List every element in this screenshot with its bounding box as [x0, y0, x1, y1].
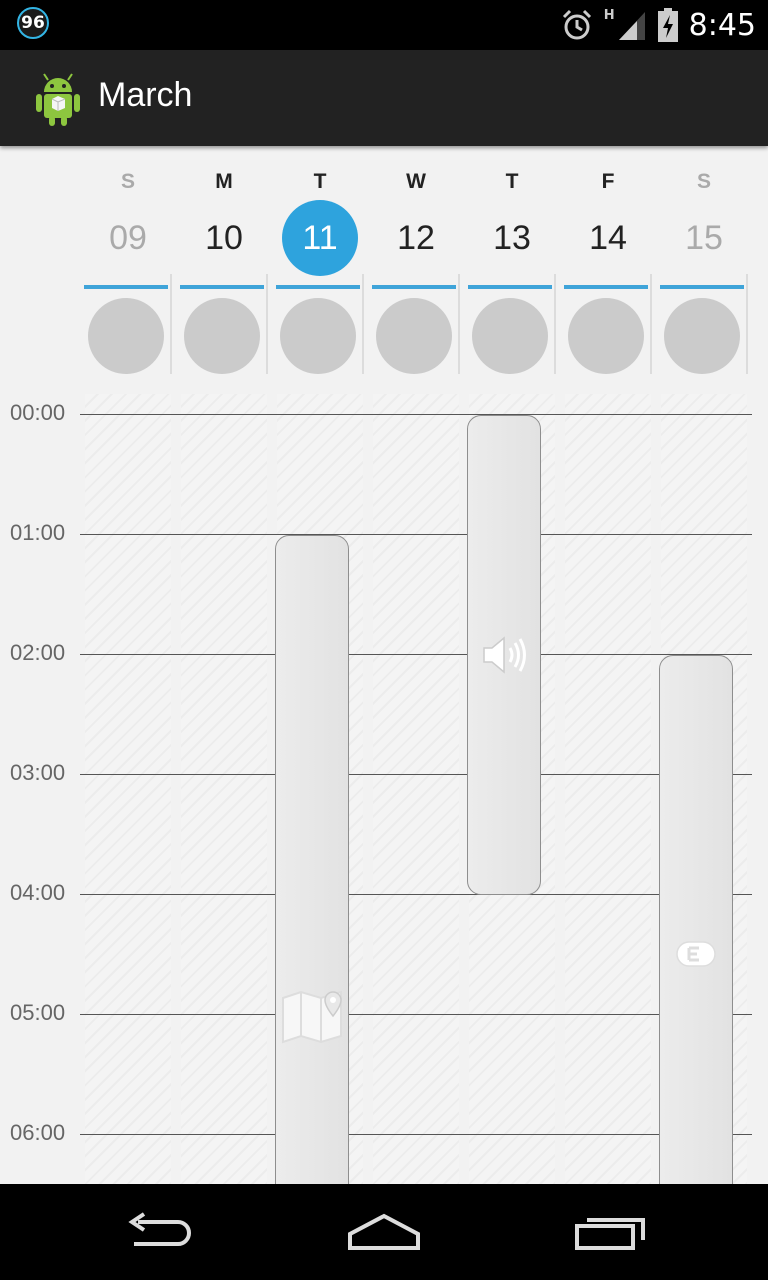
alarm-icon — [562, 9, 591, 40]
android-app-icon[interactable] — [28, 68, 88, 128]
battery-charging-icon — [657, 8, 678, 42]
plug-icon — [675, 938, 717, 974]
day-number[interactable]: 15 — [666, 200, 742, 276]
hour-label: 04:00 — [10, 880, 66, 905]
day-column[interactable]: F 14 — [560, 146, 656, 386]
clock: 8:45 — [688, 7, 756, 43]
day-divider — [746, 274, 748, 374]
back-button[interactable] — [104, 1202, 214, 1262]
status-bar: 96 H 8:45 — [0, 0, 768, 50]
day-letter: S — [696, 170, 711, 193]
back-icon — [128, 1212, 191, 1246]
day-avatar[interactable] — [472, 298, 548, 374]
day-underline — [564, 285, 648, 289]
day-column[interactable]: W 12 — [368, 146, 464, 386]
day-letter: W — [406, 170, 426, 193]
day-letter: F — [601, 170, 615, 193]
hour-label: 01:00 — [10, 520, 66, 545]
day-avatar[interactable] — [280, 298, 356, 374]
signal-icon — [618, 12, 645, 40]
page-title: March — [98, 76, 193, 114]
map-icon — [281, 986, 343, 1050]
day-column[interactable]: S 15 — [656, 146, 752, 386]
day-avatar[interactable] — [376, 298, 452, 374]
hour-line — [80, 1014, 752, 1015]
event-block[interactable] — [467, 415, 541, 895]
hour-line — [80, 534, 752, 535]
home-icon — [348, 1213, 420, 1250]
day-divider — [554, 274, 556, 374]
action-bar: March — [0, 50, 768, 146]
hour-label: 06:00 — [10, 1120, 66, 1145]
day-divider — [170, 274, 172, 374]
day-underline — [660, 285, 744, 289]
day-avatar[interactable] — [88, 298, 164, 374]
day-letter: T — [313, 170, 327, 193]
day-underline — [276, 285, 360, 289]
day-letter: T — [505, 170, 519, 193]
day-divider — [458, 274, 460, 374]
day-column[interactable]: S 09 — [80, 146, 176, 386]
day-underline — [180, 285, 264, 289]
week-header: S 09 M 10 T 11 W 12 T 13 F 14 S 15 — [0, 146, 768, 386]
hour-line — [80, 894, 752, 895]
day-divider — [362, 274, 364, 374]
day-number[interactable]: 13 — [474, 200, 550, 276]
day-column[interactable]: M 10 — [176, 146, 272, 386]
hour-line — [80, 1134, 752, 1135]
home-button[interactable] — [329, 1202, 439, 1262]
notification-badge[interactable]: 96 — [17, 7, 49, 39]
status-icons: H 8:45 — [560, 0, 756, 50]
event-block[interactable] — [275, 535, 349, 1224]
day-number[interactable]: 10 — [186, 200, 262, 276]
recents-icon — [575, 1218, 645, 1250]
hour-label: 05:00 — [10, 1000, 66, 1025]
day-letter: S — [120, 170, 135, 193]
day-underline — [468, 285, 552, 289]
day-avatar[interactable] — [184, 298, 260, 374]
day-grid-column[interactable] — [565, 394, 651, 1184]
event-block[interactable] — [659, 655, 733, 1224]
day-divider — [650, 274, 652, 374]
hour-line — [80, 774, 752, 775]
day-underline — [372, 285, 456, 289]
hour-label: 00:00 — [10, 400, 66, 425]
day-grid-column[interactable] — [85, 394, 171, 1184]
hour-label: 02:00 — [10, 640, 66, 665]
schedule-grid: 00:00 01:00 02:00 03:00 04:00 05:00 06:00 — [0, 386, 768, 1224]
day-letter: M — [215, 170, 233, 193]
day-grid-column[interactable] — [373, 394, 459, 1184]
network-type-label: H — [603, 7, 615, 23]
hour-line — [80, 414, 752, 415]
day-divider — [266, 274, 268, 374]
navigation-bar — [0, 1184, 768, 1280]
speaker-icon — [480, 632, 528, 682]
day-avatar[interactable] — [664, 298, 740, 374]
day-avatar[interactable] — [568, 298, 644, 374]
hour-line — [80, 654, 752, 655]
hour-label: 03:00 — [10, 760, 66, 785]
day-number[interactable]: 11 — [282, 200, 358, 276]
day-number[interactable]: 14 — [570, 200, 646, 276]
day-number[interactable]: 12 — [378, 200, 454, 276]
recents-button[interactable] — [556, 1202, 666, 1262]
day-column[interactable]: T 13 — [464, 146, 560, 386]
day-number[interactable]: 09 — [90, 200, 166, 276]
day-underline — [84, 285, 168, 289]
day-column[interactable]: T 11 — [272, 146, 368, 386]
day-grid-column[interactable] — [181, 394, 267, 1184]
